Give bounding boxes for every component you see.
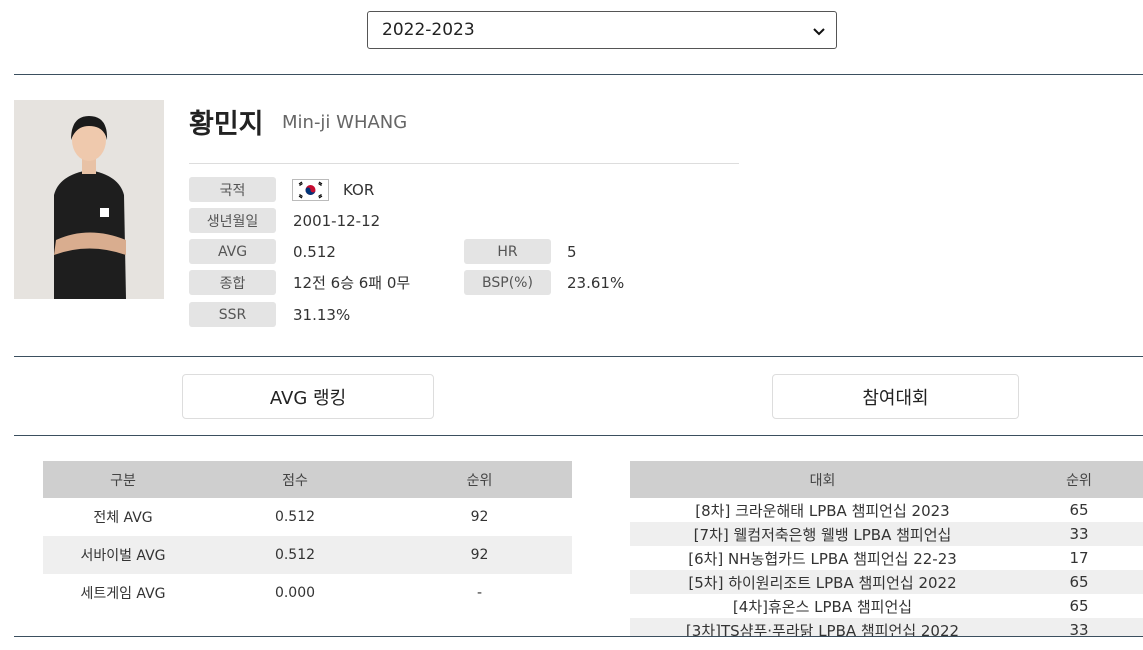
table-row[interactable]: [7차] 웰컴저축은행 웰뱅 LPBA 챔피언십 33 (630, 522, 1143, 546)
table-row[interactable]: [3차]TS샴푸·푸라닭 LPBA 챔피언십 2022 33 (630, 618, 1143, 636)
tournament-rank: 65 (1069, 501, 1089, 519)
column-header: 순위 (1015, 461, 1143, 498)
bsp-value: 23.61% (567, 273, 625, 292)
tournament-name: [4차]휴온스 LPBA 챔피언십 (732, 597, 913, 616)
table-cell: 서바이벌 AVG (43, 536, 203, 574)
divider (14, 435, 1143, 436)
tournament-name: [7차] 웰컴저축은행 웰뱅 LPBA 챔피언십 (630, 522, 1015, 546)
table-cell: 92 (470, 509, 489, 525)
divider (14, 74, 1143, 75)
table-row: 세트게임 AVG 0.000 - (43, 574, 572, 612)
tournament-rank: 33 (1015, 522, 1143, 546)
table-row[interactable]: [4차]휴온스 LPBA 챔피언십 65 (630, 594, 1143, 618)
tournament-rank: 33 (1015, 618, 1143, 636)
divider (14, 356, 1143, 357)
column-header: 순위 (387, 461, 572, 498)
nationality-value: KOR (343, 180, 375, 199)
avg-label: AVG (189, 239, 276, 264)
player-photo (14, 100, 164, 299)
tournament-rank: 17 (1069, 549, 1089, 567)
birth-label: 생년월일 (189, 208, 276, 233)
table-cell: - (476, 585, 483, 601)
ssr-value: 31.13% (293, 305, 351, 324)
tournament-list-scroll[interactable]: 대회 순위 [8차] 크라운해태 LPBA 챔피언십 2023 65 [7차] … (630, 461, 1143, 636)
table-cell: 세트게임 AVG (80, 586, 166, 602)
table-row[interactable]: [8차] 크라운해태 LPBA 챔피언십 2023 65 (630, 498, 1143, 522)
column-header: 점수 (203, 461, 387, 498)
tournament-table: 대회 순위 [8차] 크라운해태 LPBA 챔피언십 2023 65 [7차] … (630, 461, 1143, 636)
player-portrait-image (14, 100, 164, 299)
table-cell: 0.512 (274, 509, 316, 525)
nationality-label: 국적 (189, 177, 276, 202)
avg-ranking-table: 구분 점수 순위 전체 AVG 0.512 92 서바이벌 AVG 0.512 … (43, 461, 572, 612)
ssr-label: SSR (189, 302, 276, 327)
table-row[interactable]: [5차] 하이원리조트 LPBA 챔피언십 2022 65 (630, 570, 1143, 594)
record-value: 12전 6승 6패 0무 (293, 274, 411, 292)
season-select[interactable]: 2022-2023 (367, 11, 837, 49)
name-divider (189, 163, 739, 164)
table-cell: 0.512 (203, 536, 387, 574)
tournament-name: [8차] 크라운해태 LPBA 챔피언십 2023 (695, 501, 950, 520)
table-row: 서바이벌 AVG 0.512 92 (43, 536, 572, 574)
tournaments-button[interactable]: 참여대회 (772, 374, 1019, 419)
player-name-english: Min-ji WHANG (282, 112, 408, 133)
chevron-down-icon (813, 28, 825, 36)
tournament-rank: 65 (1015, 570, 1143, 594)
table-row: 전체 AVG 0.512 92 (43, 498, 572, 536)
table-row[interactable]: [6차] NH농협카드 LPBA 챔피언십 22-23 17 (630, 546, 1143, 570)
season-select-value: 2022-2023 (382, 20, 475, 40)
tournament-name: [3차]TS샴푸·푸라닭 LPBA 챔피언십 2022 (630, 618, 1015, 636)
hr-value: 5 (567, 242, 577, 261)
table-cell: 92 (387, 536, 572, 574)
korea-flag-icon (292, 179, 329, 201)
bsp-label: BSP(%) (464, 270, 551, 295)
table-cell: 전체 AVG (93, 510, 153, 526)
tournament-name: [5차] 하이원리조트 LPBA 챔피언십 2022 (630, 570, 1015, 594)
table-header-row: 대회 순위 (630, 461, 1143, 498)
divider (14, 636, 1143, 637)
avg-ranking-button[interactable]: AVG 랭킹 (182, 374, 434, 419)
tournament-rank: 65 (1069, 597, 1089, 615)
column-header: 대회 (630, 461, 1015, 498)
hr-label: HR (464, 239, 551, 264)
table-cell: 0.000 (274, 585, 316, 601)
tournament-name: [6차] NH농협카드 LPBA 챔피언십 22-23 (688, 549, 957, 568)
player-name-korean: 황민지 (189, 109, 264, 140)
table-header-row: 구분 점수 순위 (43, 461, 572, 498)
avg-value: 0.512 (293, 242, 336, 261)
birth-value: 2001-12-12 (293, 211, 381, 230)
column-header: 구분 (43, 461, 203, 498)
record-label: 종합 (189, 270, 276, 295)
